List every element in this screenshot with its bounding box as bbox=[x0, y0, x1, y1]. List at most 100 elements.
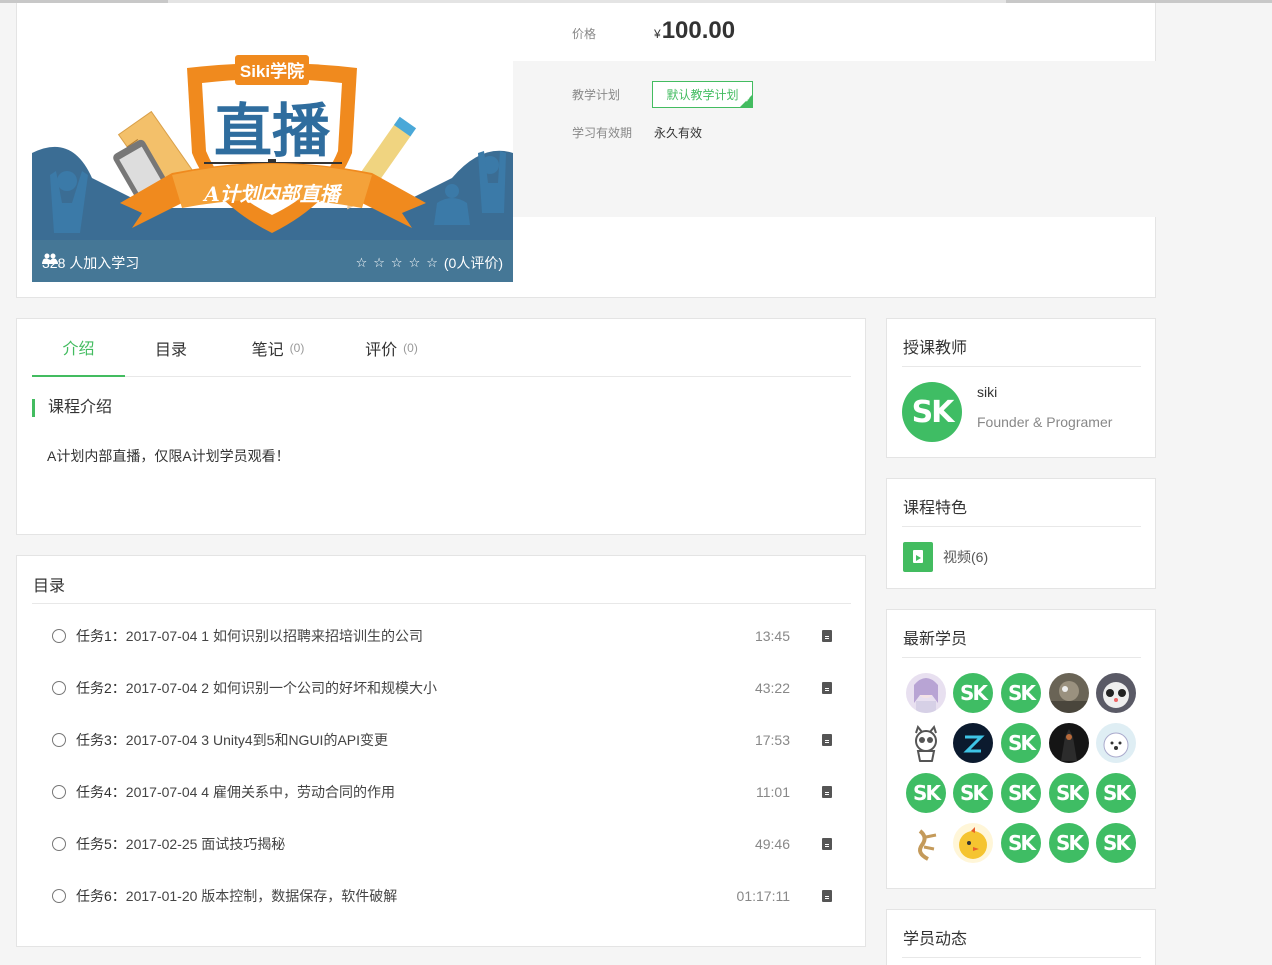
video-file-icon bbox=[903, 542, 933, 572]
panda-avatar bbox=[1103, 682, 1129, 708]
student-avatar[interactable] bbox=[953, 823, 993, 863]
task-duration: 17:53 bbox=[754, 732, 790, 748]
file-icon bbox=[822, 838, 832, 850]
cat-sketch-avatar bbox=[915, 724, 937, 762]
file-icon bbox=[822, 786, 832, 798]
teaching-plan-row: 教学计划 默认教学计划 bbox=[572, 81, 754, 108]
teacher-card: 授课教师 SK siki Founder & Programer bbox=[886, 318, 1156, 458]
star-icon: ☆ bbox=[390, 255, 403, 270]
svg-text:直播: 直播 bbox=[214, 97, 331, 165]
task-item[interactable]: 任务4： 2017-07-04 4 雇佣关系中，劳动合同的作用 11:01 bbox=[52, 766, 832, 818]
tab-intro[interactable]: 介绍 bbox=[32, 319, 125, 377]
price-value: ¥100.00 bbox=[654, 17, 736, 44]
course-intro-card: 介绍 目录 笔记 (0) 评价 (0) 课程介绍 A计划内部直播，仅限A计划学员观看… bbox=[16, 318, 866, 535]
course-cover-image[interactable]: Siki学院 直播 A计划内部直播 328 人加入学习 ☆ ☆ ☆ ☆ ☆ (0… bbox=[32, 3, 513, 282]
task-status-icon bbox=[52, 785, 66, 799]
star-icon: ☆ bbox=[373, 255, 385, 270]
student-avatar[interactable]: SK bbox=[1001, 823, 1041, 863]
student-avatar[interactable]: SK bbox=[953, 773, 993, 813]
student-avatar[interactable]: SK bbox=[1001, 673, 1041, 713]
task-item[interactable]: 任务5： 2017-02-25 面试技巧揭秘 49:46 bbox=[52, 818, 832, 870]
students-card-title: 最新学员 bbox=[903, 631, 968, 648]
student-avatar[interactable] bbox=[906, 723, 946, 763]
student-avatar[interactable] bbox=[1096, 723, 1136, 763]
student-avatar[interactable]: SK bbox=[906, 773, 946, 813]
learner-count: 328 人加入学习 bbox=[42, 253, 139, 273]
task-status-icon bbox=[52, 889, 66, 903]
file-icon bbox=[822, 890, 832, 902]
divider bbox=[32, 603, 851, 604]
divider bbox=[902, 957, 1141, 958]
activity-card-title: 学员动态 bbox=[903, 931, 968, 948]
course-rating: ☆ ☆ ☆ ☆ ☆ (0人评价) bbox=[356, 253, 503, 273]
student-avatar[interactable] bbox=[1049, 673, 1089, 713]
chick-avatar bbox=[959, 827, 987, 859]
tab-reviews[interactable]: 评价 (0) bbox=[339, 319, 444, 377]
features-card: 课程特色 视频(6) bbox=[886, 478, 1156, 589]
task-name[interactable]: 2017-07-04 3 Unity4到5和NGUI的API变更 bbox=[126, 730, 388, 750]
calligraphy-avatar bbox=[918, 829, 937, 861]
student-avatar[interactable] bbox=[906, 673, 946, 713]
task-name[interactable]: 2017-02-25 面试技巧揭秘 bbox=[126, 834, 286, 854]
star-icon: ☆ bbox=[355, 255, 368, 270]
people-icon bbox=[42, 253, 58, 264]
task-name[interactable]: 2017-07-04 1 如何识别以招聘来招培训生的公司 bbox=[126, 626, 423, 646]
star-icon: ☆ bbox=[408, 255, 421, 270]
course-tabs: 介绍 目录 笔记 (0) 评价 (0) bbox=[32, 319, 851, 377]
file-icon bbox=[822, 734, 832, 746]
plan-panel: 教学计划 默认教学计划 学习有效期 永久有效 bbox=[513, 61, 1156, 217]
student-activity-card: 学员动态 bbox=[886, 909, 1156, 965]
video-feature: 视频(6) bbox=[903, 542, 988, 572]
price-label: 价格 bbox=[572, 27, 597, 41]
task-duration: 01:17:11 bbox=[736, 888, 790, 904]
tab-catalog[interactable]: 目录 bbox=[125, 319, 217, 377]
intro-section-title: 课程介绍 bbox=[32, 399, 112, 417]
task-name[interactable]: 2017-07-04 4 雇佣关系中，劳动合同的作用 bbox=[126, 782, 395, 802]
student-avatar[interactable] bbox=[906, 823, 946, 863]
validity-row: 学习有效期 永久有效 bbox=[572, 124, 702, 141]
photo-avatar bbox=[1049, 681, 1089, 713]
course-header: Siki学院 直播 A计划内部直播 328 人加入学习 ☆ ☆ ☆ ☆ ☆ (0… bbox=[16, 3, 1156, 298]
student-avatar[interactable]: SK bbox=[1049, 823, 1089, 863]
student-avatar[interactable] bbox=[953, 723, 993, 763]
task-duration: 11:01 bbox=[756, 784, 790, 800]
task-name[interactable]: 2017-01-20 版本控制，数据保存，软件破解 bbox=[126, 886, 398, 906]
student-avatar[interactable]: SK bbox=[1096, 823, 1136, 863]
task-item[interactable]: 任务3： 2017-07-04 3 Unity4到5和NGUI的API变更 17… bbox=[52, 714, 832, 766]
task-duration: 43:22 bbox=[754, 680, 790, 696]
teacher-card-title: 授课教师 bbox=[903, 340, 968, 357]
validity-label: 学习有效期 bbox=[572, 126, 633, 140]
rating-count: (0人评价) bbox=[443, 255, 503, 271]
catalog-title: 目录 bbox=[33, 578, 66, 595]
task-item[interactable]: 任务6： 2017-01-20 版本控制，数据保存，软件破解 01:17:11 bbox=[52, 870, 832, 922]
features-card-title: 课程特色 bbox=[903, 500, 968, 517]
divider bbox=[902, 526, 1141, 527]
student-avatar[interactable]: SK bbox=[953, 673, 993, 713]
intro-text: A计划内部直播，仅限A计划学员观看！ bbox=[47, 448, 290, 464]
dark-logo-avatar bbox=[963, 735, 985, 753]
teacher-avatar[interactable]: SK bbox=[902, 382, 962, 442]
task-name[interactable]: 2017-07-04 2 如何识别一个公司的好坏和规模大小 bbox=[126, 678, 437, 698]
task-item[interactable]: 任务1： 2017-07-04 1 如何识别以招聘来招培训生的公司 13:45 bbox=[52, 610, 832, 662]
teaching-plan-label: 教学计划 bbox=[572, 88, 621, 102]
student-avatar[interactable] bbox=[1049, 723, 1089, 763]
teacher-name[interactable]: siki bbox=[977, 384, 997, 400]
tab-notes[interactable]: 笔记 (0) bbox=[217, 319, 339, 377]
task-status-icon bbox=[52, 733, 66, 747]
student-avatar[interactable]: SK bbox=[1096, 773, 1136, 813]
latest-students-card: 最新学员 SK SK SK SK SK SK SK SK SK SK SK bbox=[886, 609, 1156, 889]
task-item[interactable]: 任务2： 2017-07-04 2 如何识别一个公司的好坏和规模大小 43:22 bbox=[52, 662, 832, 714]
default-plan-button[interactable]: 默认教学计划 bbox=[652, 81, 754, 108]
divider bbox=[902, 366, 1141, 367]
divider bbox=[902, 657, 1141, 658]
student-avatar[interactable]: SK bbox=[1001, 773, 1041, 813]
polar-bear-avatar bbox=[1103, 732, 1129, 758]
student-avatar[interactable]: SK bbox=[1049, 773, 1089, 813]
star-icon: ☆ bbox=[426, 255, 438, 270]
task-duration: 13:45 bbox=[754, 628, 790, 644]
student-avatar[interactable]: SK bbox=[1001, 723, 1041, 763]
selected-check-icon bbox=[740, 95, 753, 107]
task-status-icon bbox=[52, 837, 66, 851]
file-icon bbox=[822, 682, 832, 694]
student-avatar[interactable] bbox=[1096, 673, 1136, 713]
